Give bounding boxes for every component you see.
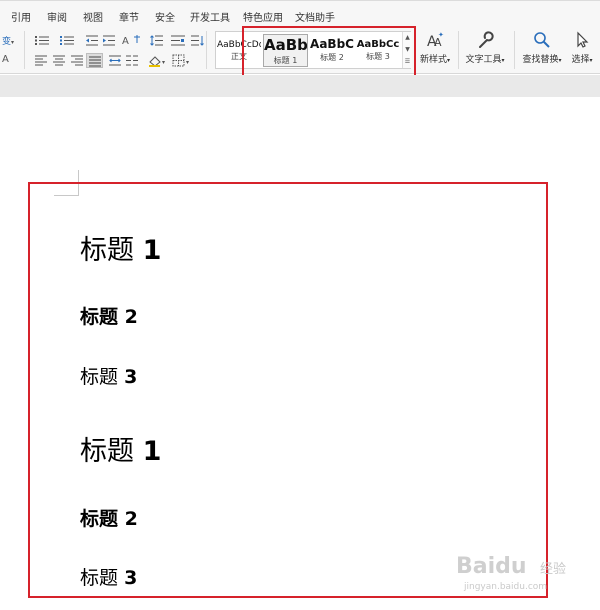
heading-label: 标题 [80,235,134,266]
paragraph-spacing-icon[interactable] [170,35,185,47]
heading-label: 标题 [80,366,119,388]
decrease-indent-icon[interactable] [85,35,99,47]
menu-item-doc-assistant[interactable]: 文档助手 [295,9,335,24]
font-size-hint[interactable]: A [2,54,16,66]
heading-number: 2 [124,306,138,328]
wrench-icon [479,31,494,48]
menu-item-sections[interactable]: 章节 [119,9,139,24]
heading-label: 标题 [80,306,119,328]
align-center-icon[interactable] [52,55,66,67]
heading-number: 2 [124,508,138,530]
new-style-button[interactable]: A A ✦ 新样式▾ [417,31,453,65]
menu-item-security[interactable]: 安全 [155,9,175,24]
menu-item-developer[interactable]: 开发工具 [190,9,230,24]
style-gallery-highlight [242,26,416,82]
phonetic-guide-label: 变 [2,37,12,47]
new-style-icon: AA✦ [427,31,444,49]
menu-item-special-apps[interactable]: 特色应用 [243,9,283,24]
align-right-icon[interactable] [70,55,84,67]
heading-label: 标题 [80,436,134,467]
heading-label: 标题 [80,567,119,589]
heading-number: 3 [124,567,138,589]
phonetic-guide-button[interactable]: 变▾ [2,34,22,47]
document-gap [0,75,600,97]
menu-item-references[interactable]: 引用 [11,9,31,24]
distributed-align-icon[interactable] [108,55,122,67]
text-tools-label: 文字工具 [465,55,502,65]
heading-2[interactable]: 标题 2 [80,302,138,329]
heading-label: 标题 [80,508,119,530]
columns-icon[interactable] [125,55,139,67]
heading-number: 3 [124,366,138,388]
sort-icon[interactable] [190,35,204,47]
increase-indent-icon[interactable] [102,35,116,47]
align-left-icon[interactable] [34,55,48,67]
shading-icon[interactable]: ▾ [148,54,168,67]
find-replace-button[interactable]: 查找替换▾ [519,31,565,65]
heading-2[interactable]: 标题 2 [80,504,138,531]
new-style-label: 新样式 [419,55,447,65]
heading-3[interactable]: 标题 3 [80,362,137,389]
menu-bar: 引用 审阅 视图 章节 安全 开发工具 特色应用 文档助手 [0,0,600,28]
borders-icon[interactable]: ▾ [172,54,192,67]
svg-text:✦: ✦ [438,31,444,39]
text-direction-icon[interactable]: A [122,34,142,47]
select-button[interactable]: 选择▾ [566,31,598,65]
find-replace-label: 查找替换 [522,55,559,65]
text-tools-button[interactable]: 文字工具▾ [463,31,507,65]
watermark-url: jingyan.baidu.com [464,582,548,592]
heading-3[interactable]: 标题 3 [80,563,137,590]
svg-text:▾: ▾ [162,59,165,66]
watermark-sub: 经验 [540,562,567,577]
search-icon [534,32,550,48]
select-label: 选择 [571,55,590,65]
justify-icon[interactable] [86,53,103,68]
svg-text:A: A [122,36,129,47]
heading-1[interactable]: 标题 1 [80,228,161,267]
line-spacing-icon[interactable] [150,35,164,47]
cursor-arrow-icon [577,31,589,48]
heading-number: 1 [142,235,162,266]
svg-text:▾: ▾ [186,59,189,66]
bullet-list-icon[interactable] [34,35,49,47]
heading-number: 1 [142,436,162,467]
watermark-logo-text: Baidu [456,554,527,579]
menu-item-review[interactable]: 审阅 [47,9,67,24]
baidu-watermark: Baidu 经验 jingyan.baidu.com [456,548,596,598]
heading-1[interactable]: 标题 1 [80,429,161,468]
menu-item-view[interactable]: 视图 [83,9,103,24]
numbered-list-icon[interactable] [59,35,74,47]
